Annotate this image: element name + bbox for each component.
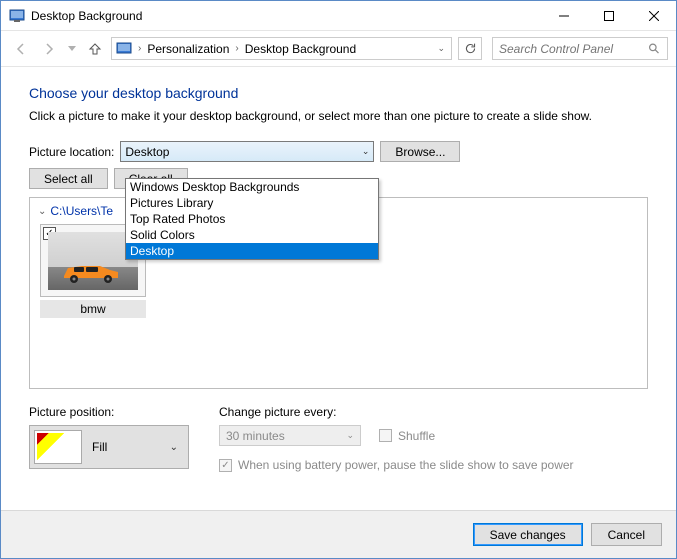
back-button[interactable] [9, 37, 33, 61]
chevron-down-icon: ⌄ [346, 430, 354, 441]
chevron-right-icon[interactable]: › [233, 43, 240, 54]
dropdown-option[interactable]: Solid Colors [126, 227, 378, 243]
car-icon [60, 260, 124, 284]
shuffle-checkbox: Shuffle [379, 429, 435, 443]
picture-position-value: Fill [92, 440, 107, 454]
picture-location-value: Desktop [125, 145, 361, 159]
group-path: C:\Users\Te [50, 204, 113, 218]
checkbox-icon: ✓ [219, 459, 232, 472]
checkbox-icon [379, 429, 392, 442]
titlebar: Desktop Background [1, 1, 676, 31]
maximize-button[interactable] [586, 1, 631, 30]
refresh-button[interactable] [458, 37, 482, 60]
change-every-combo: 30 minutes ⌄ [219, 425, 361, 446]
close-button[interactable] [631, 1, 676, 30]
browse-button[interactable]: Browse... [380, 141, 460, 162]
picture-location-label: Picture location: [29, 145, 114, 159]
position-thumbnail [34, 430, 82, 464]
navbar: › Personalization › Desktop Background ⌄ [1, 31, 676, 67]
thumbnail-label: bmw [40, 300, 146, 318]
dropdown-option[interactable]: Windows Desktop Backgrounds [126, 179, 378, 195]
dropdown-option[interactable]: Top Rated Photos [126, 211, 378, 227]
search-icon [648, 42, 661, 56]
app-icon [9, 8, 25, 24]
battery-label: When using battery power, pause the slid… [238, 458, 574, 472]
lower-controls: Picture position: Fill ⌄ Change picture … [29, 405, 648, 472]
chevron-down-icon: ⌄ [170, 442, 184, 453]
battery-checkbox: ✓ When using battery power, pause the sl… [219, 458, 574, 472]
dropdown-option-selected[interactable]: Desktop [126, 243, 378, 259]
picture-position-select[interactable]: Fill ⌄ [29, 425, 189, 469]
cancel-button[interactable]: Cancel [591, 523, 662, 546]
forward-button[interactable] [37, 37, 61, 61]
footer: Save changes Cancel [1, 510, 676, 558]
location-icon [116, 41, 132, 57]
picture-position-label: Picture position: [29, 405, 189, 419]
recent-dropdown[interactable] [65, 37, 79, 61]
chevron-right-icon[interactable]: › [136, 43, 143, 54]
breadcrumb-personalization[interactable]: Personalization [145, 42, 231, 56]
change-every-value: 30 minutes [226, 429, 285, 443]
address-dropdown[interactable]: ⌄ [433, 43, 449, 54]
breadcrumb-desktop-background[interactable]: Desktop Background [243, 42, 358, 56]
search-box[interactable] [492, 37, 668, 60]
picture-location-dropdown[interactable]: Windows Desktop Backgrounds Pictures Lib… [125, 178, 379, 260]
chevron-down-icon: ⌄ [38, 206, 46, 217]
page-title: Choose your desktop background [29, 85, 648, 101]
picture-location-combo[interactable]: Desktop ⌄ [120, 141, 374, 162]
save-button[interactable]: Save changes [473, 523, 583, 546]
shuffle-label: Shuffle [398, 429, 435, 443]
chevron-down-icon: ⌄ [362, 146, 370, 157]
search-input[interactable] [499, 42, 648, 56]
window-title: Desktop Background [31, 9, 541, 23]
address-bar[interactable]: › Personalization › Desktop Background ⌄ [111, 37, 452, 60]
minimize-button[interactable] [541, 1, 586, 30]
dropdown-option[interactable]: Pictures Library [126, 195, 378, 211]
page-subtitle: Click a picture to make it your desktop … [29, 109, 648, 123]
up-button[interactable] [83, 37, 107, 61]
content-area: Choose your desktop background Click a p… [1, 67, 676, 472]
select-all-button[interactable]: Select all [29, 168, 108, 189]
change-every-label: Change picture every: [219, 405, 574, 419]
